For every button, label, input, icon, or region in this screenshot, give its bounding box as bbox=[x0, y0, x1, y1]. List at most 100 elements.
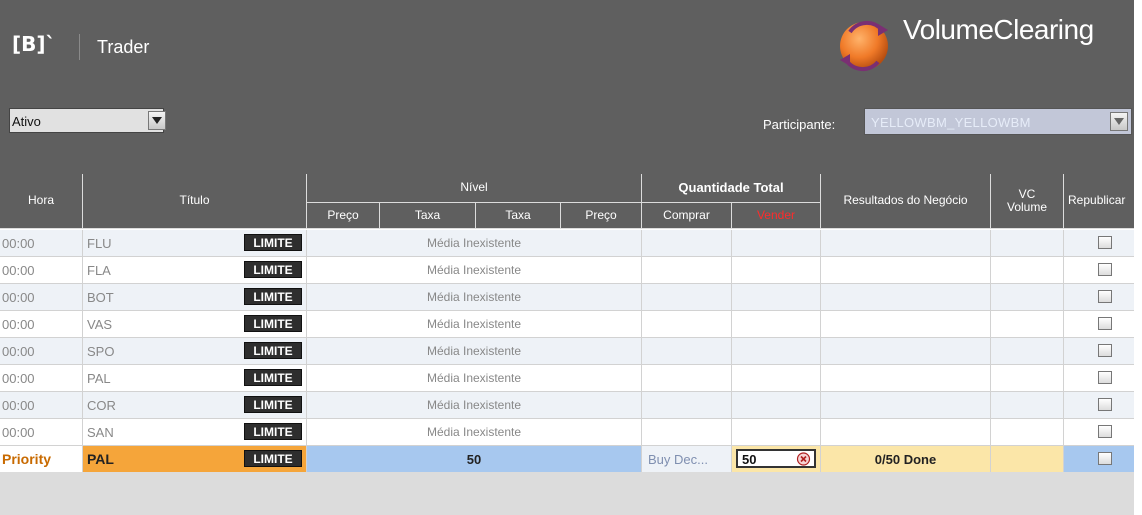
cell-titulo: SPO LIMITE bbox=[82, 338, 306, 364]
col-taxa-1[interactable]: Taxa bbox=[379, 203, 475, 229]
limite-badge[interactable]: LIMITE bbox=[244, 369, 302, 386]
cell-titulo-text: FLU bbox=[87, 235, 112, 251]
cell-comprar[interactable] bbox=[641, 392, 731, 418]
chevron-down-icon[interactable] bbox=[1110, 112, 1128, 131]
table-row[interactable]: 00:00 FLU LIMITE Média Inexistente bbox=[0, 230, 1134, 257]
cell-titulo: SAN LIMITE bbox=[82, 419, 306, 445]
republicar-checkbox[interactable] bbox=[1098, 317, 1112, 330]
cell-nivel: Média Inexistente bbox=[306, 338, 641, 364]
table-row-priority[interactable]: Priority PAL LIMITE 50 Buy Dec... 50 0/5… bbox=[0, 446, 1134, 472]
cell-comprar[interactable] bbox=[641, 311, 731, 337]
cell-titulo: VAS LIMITE bbox=[82, 311, 306, 337]
republicar-checkbox[interactable] bbox=[1098, 236, 1112, 249]
limite-badge[interactable]: LIMITE bbox=[244, 288, 302, 305]
col-preco-2[interactable]: Preço bbox=[560, 203, 641, 229]
app-window: [B]` Trader VolumeClearing Ativo Partici… bbox=[0, 0, 1142, 515]
cell-titulo-text: BOT bbox=[87, 289, 114, 305]
participante-select-value: YELLOWBM_YELLOWBM bbox=[871, 115, 1031, 130]
cell-republicar bbox=[1063, 284, 1134, 310]
cell-republicar bbox=[1063, 338, 1134, 364]
cell-vender[interactable] bbox=[731, 392, 820, 418]
priority-comprar[interactable]: Buy Dec... bbox=[641, 446, 731, 472]
cell-vender[interactable] bbox=[731, 230, 820, 256]
republicar-checkbox[interactable] bbox=[1098, 425, 1112, 438]
priority-vender: 50 bbox=[731, 446, 820, 472]
cell-vender[interactable] bbox=[731, 419, 820, 445]
republicar-checkbox[interactable] bbox=[1098, 290, 1112, 303]
table-row[interactable]: 00:00 FLA LIMITE Média Inexistente bbox=[0, 257, 1134, 284]
cell-comprar[interactable] bbox=[641, 338, 731, 364]
republicar-checkbox[interactable] bbox=[1098, 371, 1112, 384]
table-row[interactable]: 00:00 BOT LIMITE Média Inexistente bbox=[0, 284, 1134, 311]
cell-comprar[interactable] bbox=[641, 257, 731, 283]
cell-resultados bbox=[820, 392, 990, 418]
table-row[interactable]: 00:00 PAL LIMITE Média Inexistente bbox=[0, 365, 1134, 392]
chevron-down-icon[interactable] bbox=[148, 111, 166, 130]
republicar-checkbox[interactable] bbox=[1098, 263, 1112, 276]
col-comprar[interactable]: Comprar bbox=[641, 203, 731, 229]
col-vc-volume-line2: Volume bbox=[1006, 200, 1048, 214]
cell-comprar[interactable] bbox=[641, 230, 731, 256]
col-republicar[interactable]: Republicar bbox=[1063, 174, 1134, 229]
priority-titulo-text: PAL bbox=[87, 451, 114, 467]
table-row[interactable]: 00:00 COR LIMITE Média Inexistente bbox=[0, 392, 1134, 419]
col-vc-volume[interactable]: VC Volume bbox=[990, 174, 1063, 229]
clear-icon[interactable] bbox=[796, 452, 811, 466]
col-group-nivel: Nível bbox=[306, 174, 641, 203]
col-group-quantidade-total: Quantidade Total bbox=[641, 174, 820, 203]
col-preco-1[interactable]: Preço bbox=[306, 203, 379, 229]
cell-comprar[interactable] bbox=[641, 284, 731, 310]
cell-titulo: COR LIMITE bbox=[82, 392, 306, 418]
participante-select[interactable]: YELLOWBM_YELLOWBM bbox=[864, 108, 1132, 135]
cell-republicar bbox=[1063, 257, 1134, 283]
cell-vender[interactable] bbox=[731, 311, 820, 337]
republicar-checkbox[interactable] bbox=[1098, 398, 1112, 411]
table-row[interactable]: 00:00 SPO LIMITE Média Inexistente bbox=[0, 338, 1134, 365]
col-vender[interactable]: Vender bbox=[731, 203, 820, 229]
cell-resultados bbox=[820, 311, 990, 337]
cell-vender[interactable] bbox=[731, 257, 820, 283]
col-resultados[interactable]: Resultados do Negócio bbox=[820, 174, 990, 229]
cell-vender[interactable] bbox=[731, 338, 820, 364]
cell-vc-volume bbox=[990, 230, 1063, 256]
cell-vender[interactable] bbox=[731, 365, 820, 391]
col-taxa-2[interactable]: Taxa bbox=[475, 203, 560, 229]
cell-resultados bbox=[820, 257, 990, 283]
cell-comprar[interactable] bbox=[641, 419, 731, 445]
col-hora[interactable]: Hora bbox=[0, 174, 82, 229]
ativo-select[interactable]: Ativo bbox=[9, 108, 166, 133]
republicar-checkbox[interactable] bbox=[1098, 344, 1112, 357]
cell-titulo-text: COR bbox=[87, 397, 116, 413]
app-title: Trader bbox=[97, 37, 150, 57]
limite-badge[interactable]: LIMITE bbox=[244, 315, 302, 332]
limite-badge[interactable]: LIMITE bbox=[244, 234, 302, 251]
cell-comprar[interactable] bbox=[641, 365, 731, 391]
limite-badge[interactable]: LIMITE bbox=[244, 450, 302, 467]
cell-republicar bbox=[1063, 419, 1134, 445]
table-row[interactable]: 00:00 SAN LIMITE Média Inexistente bbox=[0, 419, 1134, 446]
cell-republicar bbox=[1063, 311, 1134, 337]
cell-hora: 00:00 bbox=[2, 289, 35, 305]
limite-badge[interactable]: LIMITE bbox=[244, 261, 302, 278]
cell-vc-volume bbox=[990, 419, 1063, 445]
cell-titulo-text: SPO bbox=[87, 343, 115, 359]
cell-hora: 00:00 bbox=[2, 424, 35, 440]
cell-titulo-text: FLA bbox=[87, 262, 111, 278]
table-row[interactable]: 00:00 VAS LIMITE Média Inexistente bbox=[0, 311, 1134, 338]
brand-name: VolumeClearing bbox=[903, 14, 1094, 45]
priority-republicar bbox=[1063, 446, 1134, 472]
cell-nivel: Média Inexistente bbox=[306, 284, 641, 310]
limite-badge[interactable]: LIMITE bbox=[244, 396, 302, 413]
priority-vc-volume bbox=[990, 446, 1063, 472]
cell-vender[interactable] bbox=[731, 284, 820, 310]
col-titulo[interactable]: Título bbox=[82, 174, 306, 229]
cell-vc-volume bbox=[990, 392, 1063, 418]
b3-logo: [B]` bbox=[12, 32, 56, 56]
cell-resultados bbox=[820, 365, 990, 391]
limite-badge[interactable]: LIMITE bbox=[244, 342, 302, 359]
republicar-checkbox[interactable] bbox=[1098, 452, 1112, 465]
limite-badge[interactable]: LIMITE bbox=[244, 423, 302, 440]
right-edge bbox=[1134, 0, 1142, 515]
vender-quantity-input[interactable]: 50 bbox=[736, 449, 816, 468]
cell-hora: 00:00 bbox=[2, 343, 35, 359]
